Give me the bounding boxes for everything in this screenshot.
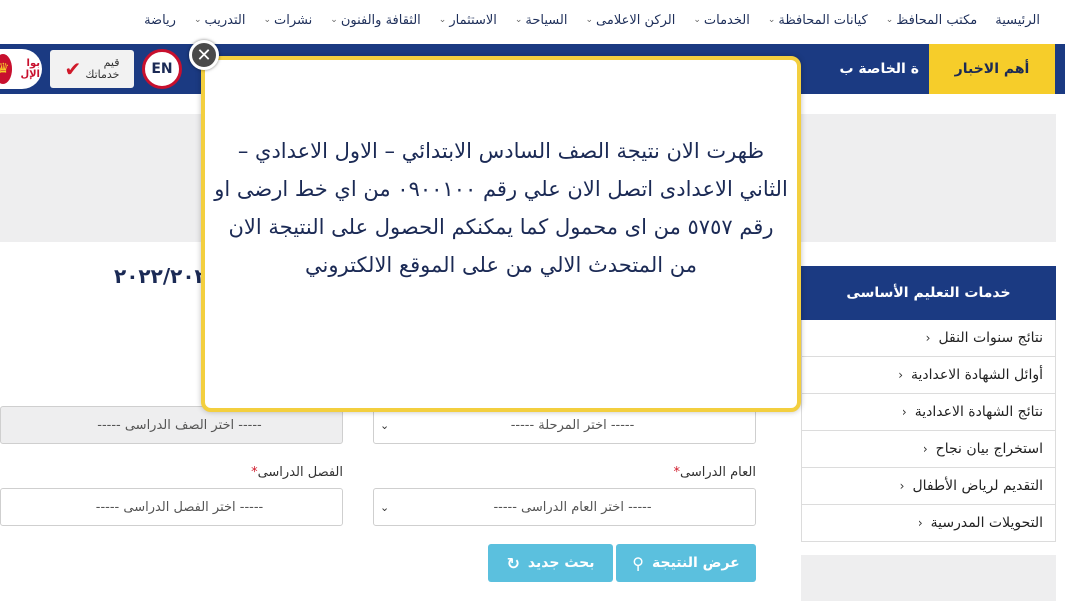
sidebar-item-label: التقديم لرياض الأطفال [912, 478, 1043, 494]
sidebar-list: نتائج سنوات النقل ‹ أوائل الشهادة الاعدادي… [801, 320, 1056, 542]
chevron-left-icon: ‹ [917, 516, 923, 530]
chevron-down-icon: ⌄ [693, 15, 701, 25]
year-select-value: ----- اختر العام الدراسى ----- [493, 499, 652, 515]
nav-item-label: الخدمات [703, 12, 750, 28]
term-label: الفصل الدراسى* [251, 465, 343, 480]
chevron-down-icon: ⌄ [514, 15, 523, 25]
nav-item-label: نشرات [274, 12, 313, 28]
sidebar-item-4[interactable]: التقديم لرياض الأطفال ‹ [801, 468, 1056, 505]
chevron-down-icon: ⌄ [585, 15, 594, 25]
eagle-icon: ♛ [0, 54, 13, 84]
egypt-portal-logo[interactable]: بوا الإل ♛ [0, 49, 42, 89]
nav-item-10[interactable]: رياضة [135, 13, 185, 28]
nav-item-2[interactable]: كيانات المحافظة ⌄ [759, 13, 877, 28]
nav-item-label: مكتب المحافظ [896, 12, 978, 28]
sidebar-item-1[interactable]: أوائل الشهادة الاعدادية ‹ [801, 357, 1056, 394]
nav-item-1[interactable]: مكتب المحافظ ⌄ [877, 13, 987, 28]
services-sidebar: خدمات التعليم الأساسى نتائج سنوات النقل ‹… [801, 266, 1056, 542]
checkmark-icon: ✔ [64, 57, 82, 81]
nav-item-8[interactable]: نشرات ⌄ [254, 13, 321, 28]
portal-logo-text: بوا الإل [20, 58, 40, 80]
nav-item-3[interactable]: الخدمات ⌄ [684, 13, 759, 28]
chevron-left-icon: ‹ [925, 331, 931, 345]
chevron-down-icon: ⌄ [263, 15, 272, 25]
news-ticker[interactable]: ة الخاصة ب [839, 44, 919, 94]
nav-item-label: التدريب [204, 12, 246, 28]
chevron-left-icon: ‹ [901, 405, 907, 419]
nav-item-label: رياضة [144, 12, 176, 28]
term-select[interactable]: ----- اختر الفصل الدراسى ----- [0, 488, 343, 526]
nav-item-5[interactable]: السياحة ⌄ [506, 13, 577, 28]
sidebar-item-label: نتائج الشهادة الاعدادية [914, 404, 1043, 420]
rate-logo-text: قيم خدماتك [85, 55, 120, 81]
sidebar-item-label: التحويلات المدرسية [930, 515, 1043, 531]
chevron-down-icon: ⌄ [438, 15, 447, 25]
sidebar-item-label: أوائل الشهادة الاعدادية [911, 367, 1043, 383]
nav-item-label: الرئيسية [995, 12, 1040, 28]
sidebar-footer-block [801, 555, 1056, 601]
sidebar-item-label: استخراج بيان نجاح [935, 441, 1043, 457]
sidebar-item-5[interactable]: التحويلات المدرسية ‹ [801, 505, 1056, 542]
year-label: العام الدراسى* [673, 465, 756, 480]
term-select-value: ----- اختر الفصل الدراسى ----- [95, 499, 264, 515]
chevron-down-icon: ⌄ [330, 15, 338, 25]
nav-item-6[interactable]: الاستثمار ⌄ [430, 13, 506, 28]
nav-item-label: كيانات المحافظة [778, 12, 868, 28]
nav-item-label: الثقافة والفنون [340, 12, 421, 28]
search-icon: ⚲ [632, 553, 644, 573]
sidebar-item-0[interactable]: نتائج سنوات النقل ‹ [801, 320, 1056, 357]
show-result-label: عرض النتيجة [651, 555, 740, 571]
chevron-down-icon: ⌄ [380, 501, 390, 514]
chevron-down-icon: ⌄ [380, 419, 390, 432]
chevron-down-icon: ⌄ [767, 15, 776, 25]
new-search-button[interactable]: بحث جديد ↻ [488, 544, 613, 582]
chevron-down-icon: ⌄ [885, 15, 894, 25]
nav-item-7[interactable]: الثقافة والفنون ⌄ [321, 13, 430, 28]
sidebar-title: خدمات التعليم الأساسى [801, 266, 1056, 320]
show-result-button[interactable]: عرض النتيجة ⚲ [616, 544, 756, 582]
english-language-button[interactable]: EN [142, 49, 182, 89]
nav-item-label: السياحة [525, 12, 568, 28]
chevron-left-icon: ‹ [898, 368, 904, 382]
nav-item-label: الركن الاعلامى [596, 12, 676, 28]
nav-item-label: الاستثمار [449, 12, 497, 28]
partner-logos: بوا الإل ♛ قيم خدماتك ✔ EN [0, 44, 182, 94]
top-navigation: الرئيسية مكتب المحافظ ⌄ كيانات المحافظة ⌄ الخ… [0, 0, 1065, 44]
sidebar-item-label: نتائج سنوات النقل [938, 330, 1043, 346]
rate-services-logo[interactable]: قيم خدماتك ✔ [50, 50, 134, 88]
academic-year-select[interactable]: ----- اختر العام الدراسى ----- ⌄ [373, 488, 756, 526]
chevron-left-icon: ‹ [922, 442, 928, 456]
close-icon[interactable]: ✕ [189, 40, 219, 70]
nav-item-0[interactable]: الرئيسية [986, 13, 1049, 28]
nav-item-4[interactable]: الركن الاعلامى ⌄ [576, 13, 684, 28]
new-search-label: بحث جديد [527, 555, 595, 571]
top-news-label[interactable]: أهم الاخبار [929, 44, 1055, 94]
sidebar-item-3[interactable]: استخراج بيان نجاح ‹ [801, 431, 1056, 468]
popup-message: ظهرت الان نتيجة الصف السادس الابتدائي – … [214, 139, 788, 277]
grade-select-value: ----- اختر الصف الدراسى ----- [97, 417, 262, 433]
chevron-left-icon: ‹ [899, 479, 905, 493]
sidebar-item-2[interactable]: نتائج الشهادة الاعدادية ‹ [801, 394, 1056, 431]
nav-item-9[interactable]: التدريب ⌄ [185, 13, 255, 28]
refresh-icon: ↻ [506, 553, 520, 573]
nav-menu: الرئيسية مكتب المحافظ ⌄ كيانات المحافظة ⌄ الخ… [0, 0, 1065, 40]
stage-select-value: ----- اختر المرحلة ----- [510, 417, 635, 433]
announcement-popup: ظهرت الان نتيجة الصف السادس الابتدائي – … [201, 56, 801, 412]
chevron-down-icon: ⌄ [193, 15, 202, 25]
